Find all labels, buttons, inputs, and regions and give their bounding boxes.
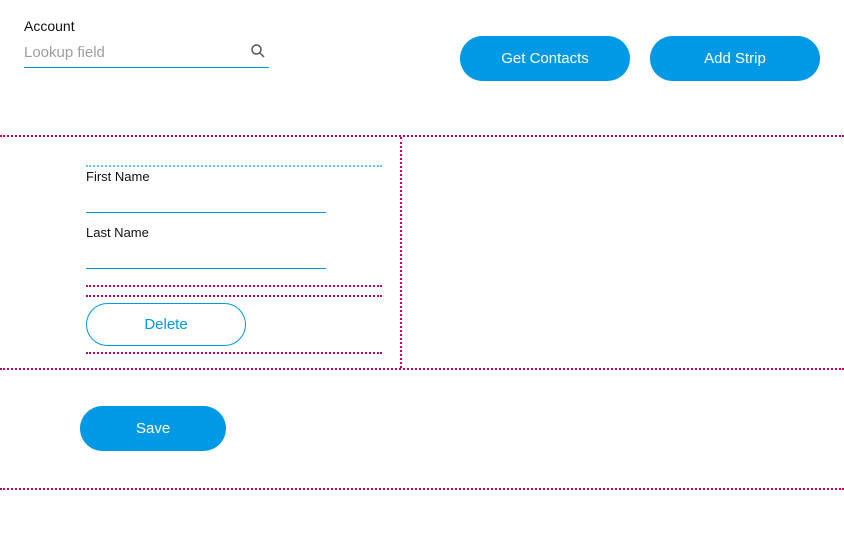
- contact-form-column: First Name Last Name Delete: [0, 137, 402, 368]
- add-strip-button[interactable]: Add Strip: [650, 36, 820, 81]
- save-row: Save: [0, 370, 844, 451]
- account-lookup-field[interactable]: [24, 40, 269, 68]
- last-name-label: Last Name: [86, 225, 382, 240]
- delete-block: Delete: [86, 295, 382, 354]
- first-name-field: First Name: [86, 169, 382, 213]
- empty-strip-column: [402, 137, 844, 368]
- last-name-field: Last Name: [86, 225, 382, 269]
- top-row: Account Get Contacts Add Strip: [0, 0, 844, 81]
- account-label: Account: [24, 18, 269, 34]
- delete-button[interactable]: Delete: [86, 303, 246, 346]
- first-name-input[interactable]: [86, 194, 326, 213]
- search-icon[interactable]: [249, 42, 267, 60]
- save-button[interactable]: Save: [80, 406, 226, 451]
- account-lookup-input[interactable]: [24, 40, 269, 67]
- contact-form-section: First Name Last Name: [86, 165, 382, 287]
- account-lookup: Account: [24, 18, 269, 68]
- strip-container: First Name Last Name Delete: [0, 135, 844, 370]
- last-name-input[interactable]: [86, 250, 326, 269]
- first-name-label: First Name: [86, 169, 382, 184]
- footer-guide-line: [0, 488, 844, 490]
- get-contacts-button[interactable]: Get Contacts: [460, 36, 630, 81]
